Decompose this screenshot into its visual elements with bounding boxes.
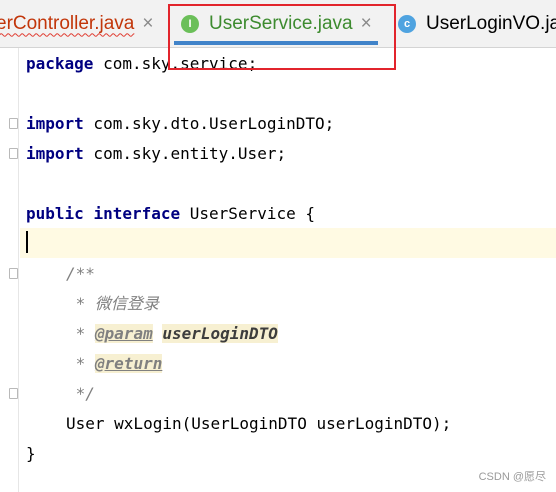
javadoc-return: * @return <box>66 349 163 379</box>
code-text: com.sky.dto.UserLoginDTO; <box>83 114 335 133</box>
tab-userloginvo[interactable]: c UserLoginVO.java <box>388 0 556 47</box>
javadoc-param-name: userLoginDTO <box>162 324 278 343</box>
text-caret <box>26 231 28 253</box>
javadoc-tag: @param <box>94 324 153 343</box>
keyword: interface <box>93 204 181 223</box>
interface-icon: I <box>181 14 199 33</box>
keyword: package <box>26 54 94 73</box>
keyword: import <box>26 144 84 163</box>
current-line-highlight <box>20 228 556 258</box>
code-line-interface-decl: public interface UserService { <box>26 199 315 229</box>
tab-label: erController.java <box>0 12 135 34</box>
tab-label: UserService.java <box>209 12 353 34</box>
javadoc-param: * @param userLoginDTO <box>66 319 278 349</box>
close-icon[interactable]: × <box>361 14 372 33</box>
tab-label: UserLoginVO.java <box>426 12 556 34</box>
fold-icon[interactable] <box>9 148 18 159</box>
editor-gutter <box>0 48 20 492</box>
tab-userservice[interactable]: I UserService.java × <box>171 0 380 47</box>
code-line-import: import com.sky.entity.User; <box>26 139 286 169</box>
javadoc-end: */ <box>66 384 95 403</box>
code-text: UserService { <box>180 204 315 223</box>
code-line-closing-brace: } <box>26 444 36 463</box>
active-tab-indicator <box>174 41 378 45</box>
ide-window: erController.java × I UserService.java ×… <box>0 0 556 492</box>
code-text: com.sky.entity.User; <box>83 144 287 163</box>
watermark: CSDN @愿尽 <box>478 471 546 483</box>
javadoc-space <box>153 324 163 343</box>
close-icon[interactable]: × <box>142 14 153 33</box>
code-text: com.sky.service; <box>93 54 258 73</box>
keyword: import <box>26 114 84 133</box>
javadoc-prefix: * <box>66 324 95 343</box>
code-line-method-decl: User wxLogin(UserLoginDTO userLoginDTO); <box>66 414 452 433</box>
fold-icon[interactable] <box>9 268 18 279</box>
fold-icon[interactable] <box>9 118 18 129</box>
class-icon: c <box>398 14 416 33</box>
code-line-package: package com.sky.service; <box>26 49 257 79</box>
keyword: public <box>26 204 84 223</box>
gutter-divider <box>18 48 19 492</box>
tab-usercontroller[interactable]: erController.java × <box>0 0 168 47</box>
javadoc-start: /** <box>66 264 95 283</box>
javadoc-prefix: * <box>66 354 95 373</box>
javadoc-tag: @return <box>94 354 163 373</box>
fold-icon[interactable] <box>9 388 18 399</box>
code-line-import: import com.sky.dto.UserLoginDTO; <box>26 109 334 139</box>
editor-tab-bar: erController.java × I UserService.java ×… <box>0 0 556 48</box>
code-editor[interactable]: package com.sky.service; import com.sky.… <box>0 48 556 492</box>
javadoc-description: * 微信登录 <box>66 294 159 313</box>
